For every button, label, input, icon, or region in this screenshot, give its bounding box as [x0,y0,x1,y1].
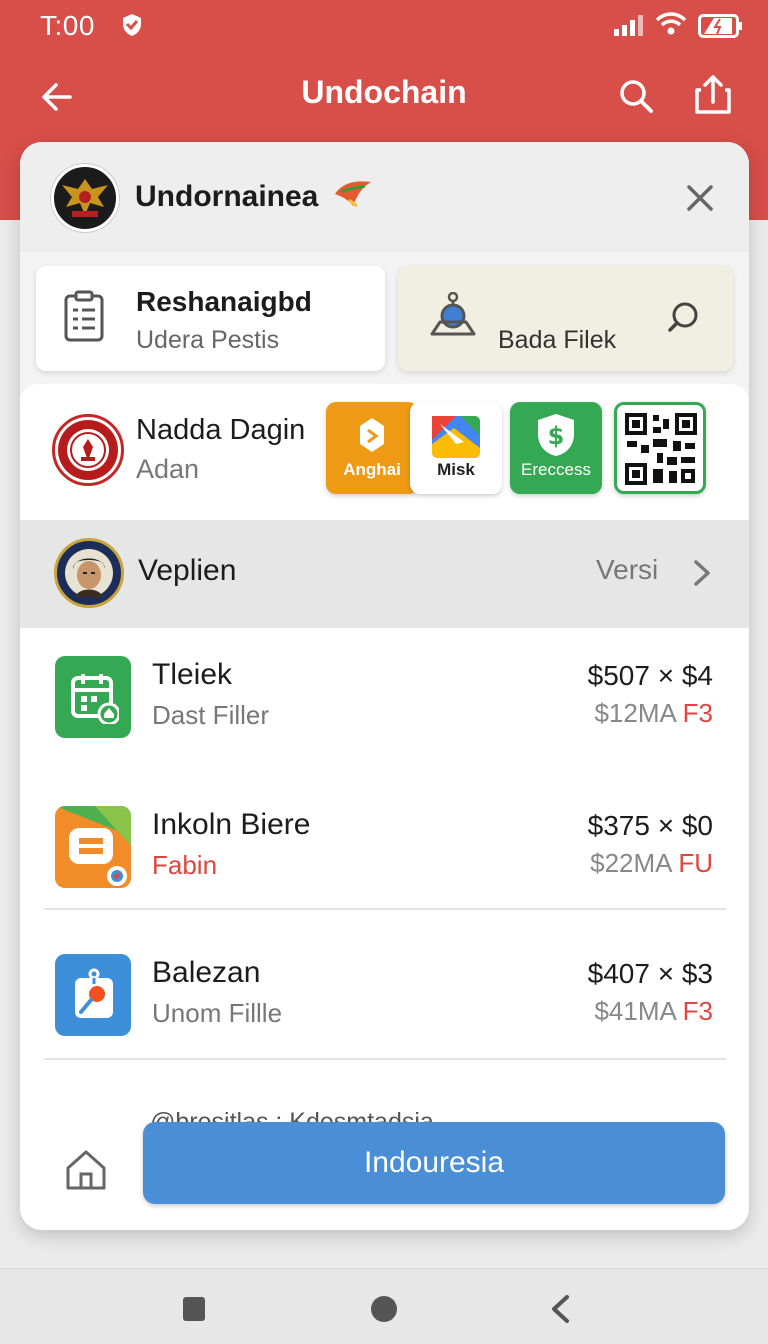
profile-subtitle: Adan [136,454,200,484]
status-time: T:00 [40,10,95,41]
home-button[interactable] [64,1148,108,1197]
item-price: $407 × $3 [587,958,713,989]
search-icon [620,80,653,113]
item-secondary-price: $22MA FU [590,848,713,878]
file-tile-label: Bada Filek [498,326,617,354]
app-tile-misk[interactable]: Misk [410,402,502,494]
document-tile-subtitle: Udera Pestis [136,326,280,354]
tag-icon [360,418,384,452]
wifi-icon [655,12,687,41]
list-item[interactable]: Balezan Unom Fillle $407 × $3 $41MA F3 [20,932,749,1082]
profile-name: Nadda Dagin [136,414,306,446]
search-button[interactable] [612,72,660,120]
app-tile-label: Ereccess [521,460,591,479]
app-tile-ereccess[interactable]: $ Ereccess [510,402,602,494]
item-icon [55,806,131,888]
home-nav-button[interactable] [362,1287,406,1331]
list-item[interactable]: Inkoln Biere Fabin $375 × $0 $22MA FU [20,784,749,934]
bird-icon [334,181,371,208]
shield-icon [120,12,144,43]
dollar-shield-icon: $ [538,414,574,456]
main-card: Undornainea Reshanaigbd Udera Pestis Bad… [20,142,749,1230]
close-button[interactable] [676,174,724,222]
back-nav-button[interactable] [538,1287,582,1331]
location-pin-icon [430,292,476,336]
version-row-title: Veplien [138,554,237,587]
share-icon [695,75,731,114]
item-secondary-price: $41MA F3 [594,996,713,1026]
file-tile[interactable]: Bada Filek [398,266,733,371]
battery-icon [698,14,744,43]
item-price: $507 × $4 [587,660,713,691]
version-row-label: Versi [596,554,659,585]
search-circle-icon [668,302,698,332]
qr-code-tile[interactable] [614,402,706,494]
document-icon [64,290,104,342]
item-subtitle: Fabin [152,850,218,880]
status-bar: T:00 [0,0,768,50]
item-subtitle: Unom Fillle [152,998,283,1028]
pin-tag-icon [75,968,113,1018]
maps-icon [432,416,480,458]
item-title: Balezan [152,956,261,989]
card-header: Undornainea [20,142,749,252]
seal-icon [58,420,118,480]
eagle-emblem-icon [62,179,108,217]
app-tile-label: Misk [437,460,475,479]
circle-icon [371,1296,397,1322]
share-button[interactable] [688,70,738,120]
item-secondary-price: $12MA F3 [594,698,713,728]
primary-action-button[interactable]: Indouresia [143,1122,725,1204]
close-icon [687,185,713,211]
person-portrait-icon [65,549,113,597]
chevron-right-icon [694,560,710,586]
item-title: Inkoln Biere [152,808,311,841]
emblem-avatar [51,164,119,232]
signal-icon [614,14,644,41]
item-subtitle: Dast Filler [152,700,270,730]
item-icon [55,656,131,738]
square-icon [183,1297,205,1321]
document-tile[interactable]: Reshanaigbd Udera Pestis [36,266,385,371]
svg-text:$: $ [548,422,565,450]
recent-apps-button[interactable] [172,1287,216,1331]
card-title: Undornainea [135,176,375,214]
item-title: Tleiek [152,658,233,691]
item-icon [55,954,131,1036]
chevron-left-icon [552,1295,569,1323]
profile-avatar[interactable] [52,414,124,486]
list-item[interactable]: Tleiek Dast Filler $507 × $4 $12MA F3 [20,634,749,784]
version-row[interactable]: Veplien Versi [20,520,749,628]
calendar-icon [71,674,119,724]
document-tile-title: Reshanaigbd [136,286,312,317]
qr-code-icon [625,413,697,485]
app-tile-label: Anghai [343,460,401,479]
tablet-app-icon [55,806,131,886]
content-panel: Nadda Dagin Adan Anghai Misk $ Ereccess [20,384,749,1230]
person-avatar [54,538,124,608]
home-icon [66,1150,106,1190]
system-navigation-bar [0,1268,768,1344]
app-tile-anghai[interactable]: Anghai [326,402,418,494]
item-price: $375 × $0 [587,810,713,841]
